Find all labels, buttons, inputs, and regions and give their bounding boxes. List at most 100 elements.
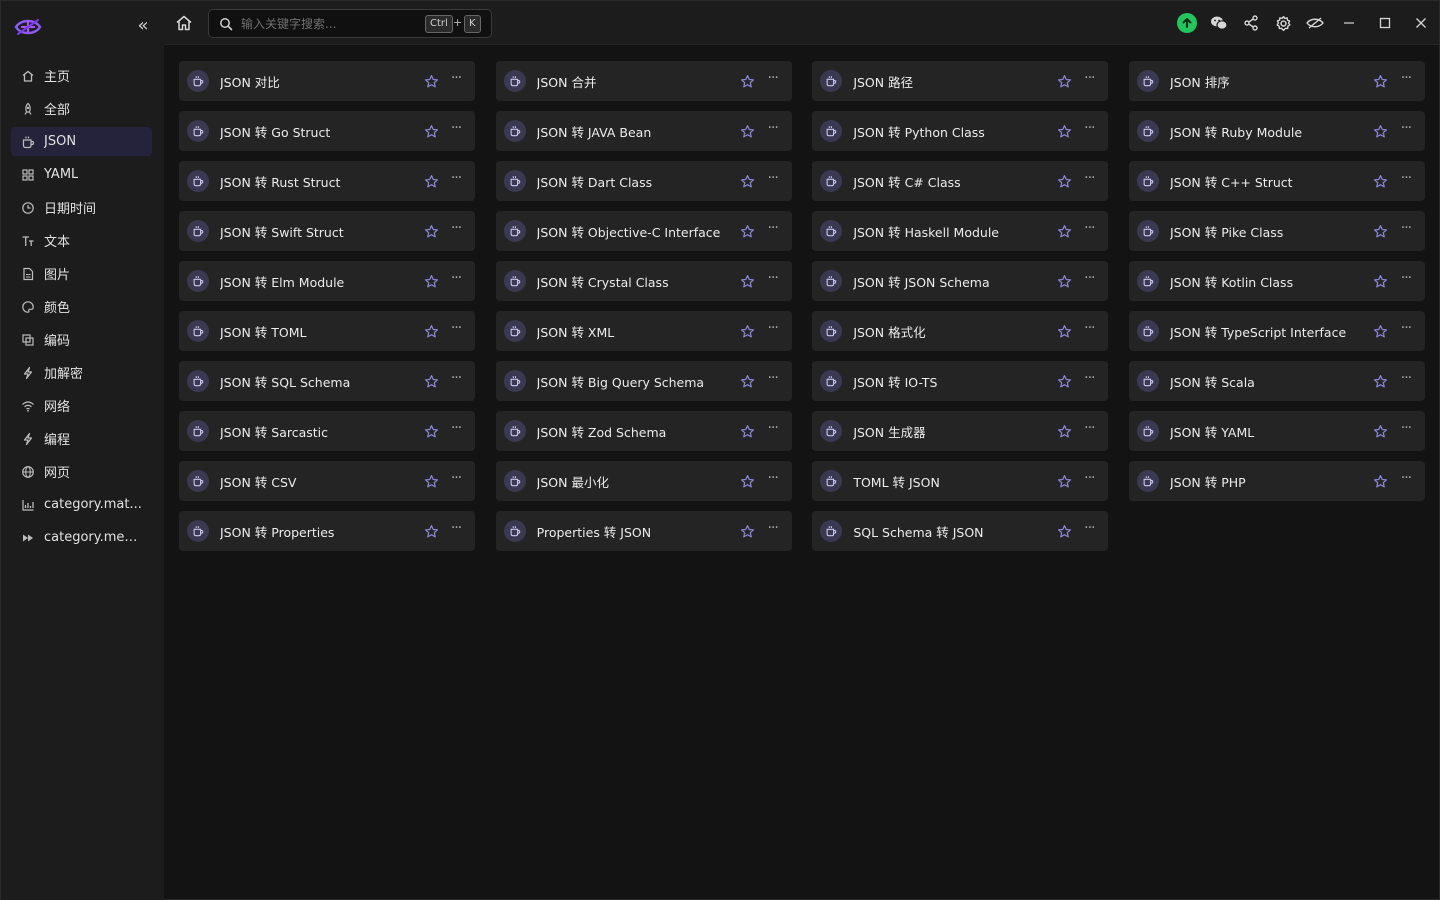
favorite-star-icon[interactable] bbox=[1055, 172, 1073, 190]
tool-card[interactable]: JSON 最小化 ··· bbox=[495, 461, 792, 501]
favorite-star-icon[interactable] bbox=[1372, 222, 1390, 240]
more-options-icon[interactable]: ··· bbox=[1080, 271, 1098, 290]
share-button[interactable] bbox=[1235, 1, 1267, 45]
more-options-icon[interactable]: ··· bbox=[1080, 221, 1098, 240]
more-options-icon[interactable]: ··· bbox=[447, 471, 465, 490]
more-options-icon[interactable]: ··· bbox=[1080, 121, 1098, 140]
more-options-icon[interactable]: ··· bbox=[764, 321, 782, 340]
more-options-icon[interactable]: ··· bbox=[1397, 421, 1415, 440]
favorite-star-icon[interactable] bbox=[422, 122, 440, 140]
collapse-sidebar-button[interactable]: « bbox=[133, 17, 153, 37]
more-options-icon[interactable]: ··· bbox=[764, 121, 782, 140]
sidebar-item-9[interactable]: 加解密 bbox=[11, 358, 152, 387]
update-button[interactable] bbox=[1171, 1, 1203, 45]
search-input[interactable] bbox=[241, 16, 411, 31]
sidebar-item-11[interactable]: 编程 bbox=[11, 424, 152, 453]
tool-card[interactable]: JSON 转 C# Class ··· bbox=[812, 161, 1109, 201]
tool-card[interactable]: JSON 转 Rust Struct ··· bbox=[179, 161, 475, 201]
more-options-icon[interactable]: ··· bbox=[447, 521, 465, 540]
sidebar-item-5[interactable]: 文本 bbox=[11, 226, 152, 255]
minimize-button[interactable] bbox=[1331, 1, 1367, 45]
more-options-icon[interactable]: ··· bbox=[1080, 471, 1098, 490]
tool-card[interactable]: JSON 转 JAVA Bean ··· bbox=[495, 111, 792, 151]
favorite-star-icon[interactable] bbox=[739, 522, 757, 540]
tool-card[interactable]: JSON 排序 ··· bbox=[1128, 61, 1425, 101]
favorite-star-icon[interactable] bbox=[739, 472, 757, 490]
favorite-star-icon[interactable] bbox=[1372, 72, 1390, 90]
sidebar-item-14[interactable]: category.med... bbox=[11, 523, 152, 552]
tool-card[interactable]: JSON 路径 ··· bbox=[812, 61, 1109, 101]
sidebar-item-3[interactable]: YAML bbox=[11, 160, 152, 189]
favorite-star-icon[interactable] bbox=[1055, 122, 1073, 140]
favorite-star-icon[interactable] bbox=[422, 422, 440, 440]
tool-card[interactable]: JSON 转 Zod Schema ··· bbox=[495, 411, 792, 451]
sidebar-item-13[interactable]: category.mat... bbox=[11, 490, 152, 519]
settings-button[interactable] bbox=[1267, 1, 1299, 45]
tool-card[interactable]: JSON 转 Sarcastic ··· bbox=[179, 411, 475, 451]
tool-card[interactable]: JSON 转 Python Class ··· bbox=[812, 111, 1109, 151]
favorite-star-icon[interactable] bbox=[422, 472, 440, 490]
favorite-star-icon[interactable] bbox=[422, 272, 440, 290]
more-options-icon[interactable]: ··· bbox=[764, 171, 782, 190]
more-options-icon[interactable]: ··· bbox=[1080, 371, 1098, 390]
more-options-icon[interactable]: ··· bbox=[1080, 321, 1098, 340]
more-options-icon[interactable]: ··· bbox=[1397, 371, 1415, 390]
favorite-star-icon[interactable] bbox=[1055, 72, 1073, 90]
more-options-icon[interactable]: ··· bbox=[764, 471, 782, 490]
favorite-star-icon[interactable] bbox=[422, 172, 440, 190]
favorite-star-icon[interactable] bbox=[739, 372, 757, 390]
tool-card[interactable]: JSON 转 Big Query Schema ··· bbox=[495, 361, 792, 401]
favorite-star-icon[interactable] bbox=[739, 122, 757, 140]
feedback-button[interactable] bbox=[1299, 1, 1331, 45]
favorite-star-icon[interactable] bbox=[739, 422, 757, 440]
favorite-star-icon[interactable] bbox=[1055, 322, 1073, 340]
favorite-star-icon[interactable] bbox=[1055, 222, 1073, 240]
tool-card[interactable]: JSON 转 Haskell Module ··· bbox=[812, 211, 1109, 251]
more-options-icon[interactable]: ··· bbox=[1080, 71, 1098, 90]
favorite-star-icon[interactable] bbox=[422, 522, 440, 540]
more-options-icon[interactable]: ··· bbox=[764, 521, 782, 540]
tool-card[interactable]: SQL Schema 转 JSON ··· bbox=[812, 511, 1109, 551]
tool-card[interactable]: JSON 生成器 ··· bbox=[812, 411, 1109, 451]
sidebar-item-7[interactable]: 颜色 bbox=[11, 292, 152, 321]
more-options-icon[interactable]: ··· bbox=[764, 371, 782, 390]
more-options-icon[interactable]: ··· bbox=[447, 221, 465, 240]
more-options-icon[interactable]: ··· bbox=[1080, 171, 1098, 190]
favorite-star-icon[interactable] bbox=[739, 322, 757, 340]
sidebar-item-6[interactable]: 图片 bbox=[11, 259, 152, 288]
tool-card[interactable]: JSON 合并 ··· bbox=[495, 61, 792, 101]
tool-card[interactable]: JSON 转 YAML ··· bbox=[1128, 411, 1425, 451]
more-options-icon[interactable]: ··· bbox=[1397, 121, 1415, 140]
tool-card[interactable]: JSON 转 Kotlin Class ··· bbox=[1128, 261, 1425, 301]
more-options-icon[interactable]: ··· bbox=[1397, 471, 1415, 490]
favorite-star-icon[interactable] bbox=[1055, 372, 1073, 390]
tool-card[interactable]: JSON 转 Swift Struct ··· bbox=[179, 211, 475, 251]
favorite-star-icon[interactable] bbox=[1055, 522, 1073, 540]
favorite-star-icon[interactable] bbox=[422, 322, 440, 340]
sidebar-item-12[interactable]: 网页 bbox=[11, 457, 152, 486]
more-options-icon[interactable]: ··· bbox=[447, 321, 465, 340]
more-options-icon[interactable]: ··· bbox=[1397, 221, 1415, 240]
more-options-icon[interactable]: ··· bbox=[764, 221, 782, 240]
favorite-star-icon[interactable] bbox=[739, 172, 757, 190]
favorite-star-icon[interactable] bbox=[1055, 422, 1073, 440]
wechat-button[interactable] bbox=[1203, 1, 1235, 45]
favorite-star-icon[interactable] bbox=[1372, 322, 1390, 340]
tool-card[interactable]: JSON 转 Scala ··· bbox=[1128, 361, 1425, 401]
tool-card[interactable]: JSON 对比 ··· bbox=[179, 61, 475, 101]
more-options-icon[interactable]: ··· bbox=[764, 71, 782, 90]
more-options-icon[interactable]: ··· bbox=[1080, 521, 1098, 540]
tool-card[interactable]: JSON 转 C++ Struct ··· bbox=[1128, 161, 1425, 201]
tool-card[interactable]: JSON 转 Objective-C Interface ··· bbox=[495, 211, 792, 251]
favorite-star-icon[interactable] bbox=[1055, 472, 1073, 490]
home-button[interactable] bbox=[174, 13, 194, 33]
tool-card[interactable]: TOML 转 JSON ··· bbox=[812, 461, 1109, 501]
more-options-icon[interactable]: ··· bbox=[447, 71, 465, 90]
more-options-icon[interactable]: ··· bbox=[1080, 421, 1098, 440]
favorite-star-icon[interactable] bbox=[1372, 172, 1390, 190]
tool-card[interactable]: JSON 转 PHP ··· bbox=[1128, 461, 1425, 501]
more-options-icon[interactable]: ··· bbox=[764, 421, 782, 440]
sidebar-item-4[interactable]: 日期时间 bbox=[11, 193, 152, 222]
sidebar-item-10[interactable]: 网络 bbox=[11, 391, 152, 420]
more-options-icon[interactable]: ··· bbox=[447, 371, 465, 390]
